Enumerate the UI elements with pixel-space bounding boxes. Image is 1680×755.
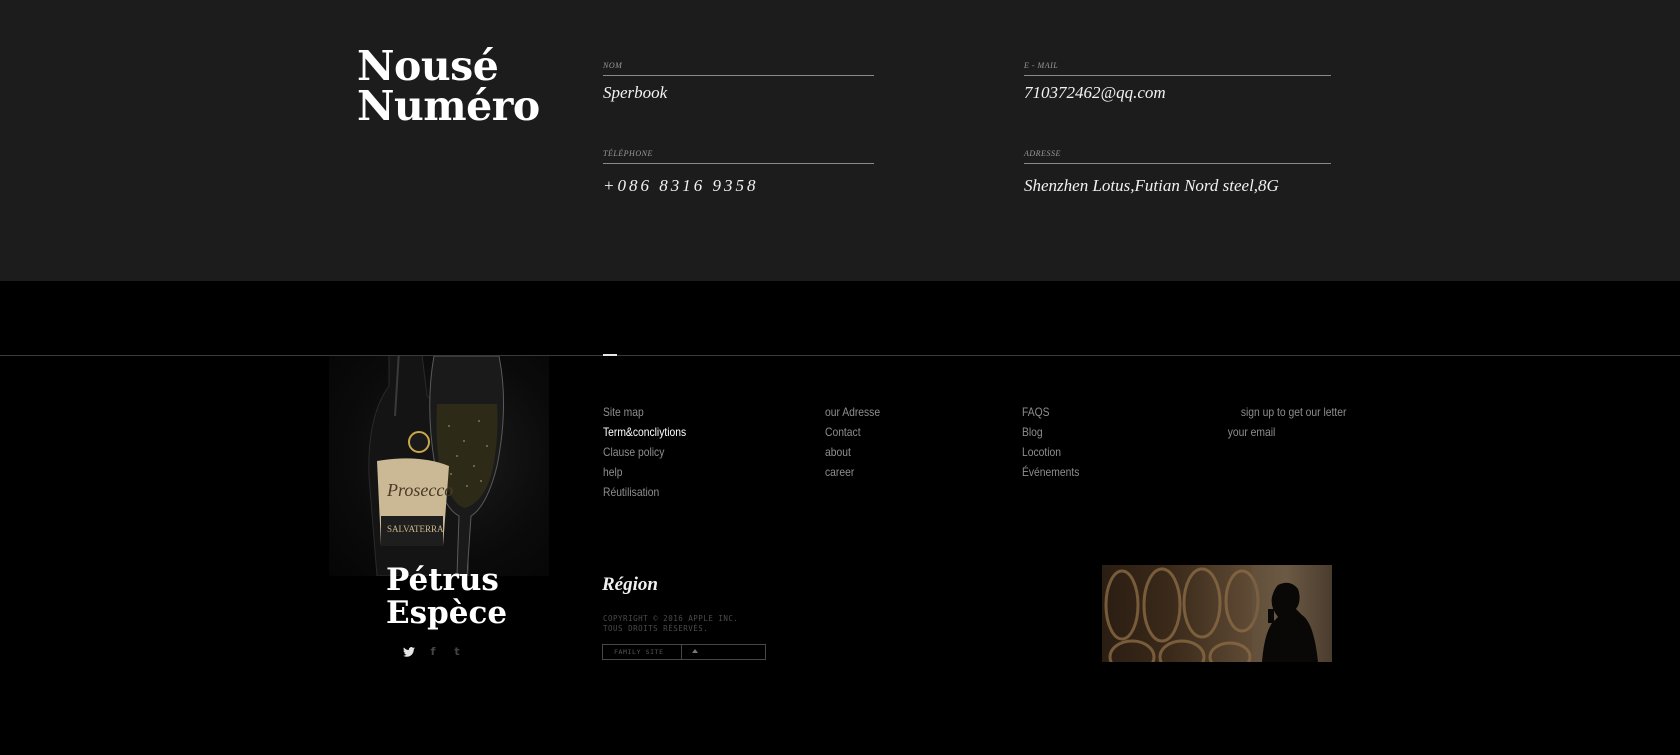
product-brand[interactable]: Pétrus Espèce [386, 564, 507, 630]
footer-accent-tick [603, 354, 617, 356]
footer-link-clause-policy[interactable]: Clause policy [603, 442, 686, 462]
footer-link-location[interactable]: Locotion [1022, 442, 1079, 462]
footer-divider [0, 355, 1680, 356]
family-site-label: FAMILY SITE [603, 645, 682, 659]
newsletter-title: sign up to get our letter [1240, 405, 1347, 419]
email-field: E - MAIL 710372462@qq.com [1024, 61, 1331, 103]
footer-link-site-map[interactable]: Site map [603, 402, 686, 422]
tumblr-icon[interactable]: t [451, 645, 463, 658]
email-value[interactable]: 710372462@qq.com [1024, 83, 1331, 103]
footer-link-career[interactable]: career [825, 462, 880, 482]
twitter-icon[interactable] [403, 645, 415, 658]
telephone-value[interactable]: +086 8316 9358 [603, 176, 874, 196]
footer-nav-column-3: FAQS Blog Locotion Événements [1022, 402, 1089, 482]
name-label: NOM [603, 61, 623, 70]
copyright-notice: COPYRIGHT © 2016 APPLE INC. TOUS DROITS … [603, 614, 738, 634]
brand-line-1: Nousé [357, 42, 499, 90]
facebook-icon[interactable]: f [427, 645, 439, 658]
footer-link-help[interactable]: help [603, 462, 686, 482]
region-title[interactable]: Région [602, 574, 658, 596]
email-label: E - MAIL [1024, 61, 1059, 70]
telephone-divider [603, 163, 874, 164]
footer-link-reutilisation[interactable]: Réutilisation [603, 482, 686, 502]
footer-link-terms[interactable]: Term&concliytions [603, 422, 686, 442]
footer-link-evenements[interactable]: Événements [1022, 462, 1079, 482]
name-value: Sperbook [603, 83, 668, 102]
brand-logo[interactable]: Nousé Numéro [357, 42, 540, 130]
footer-link-blog[interactable]: Blog [1022, 422, 1079, 442]
caret-up-icon[interactable] [682, 645, 765, 659]
telephone-field: TÉLÉPHONE +086 8316 9358 [603, 149, 874, 196]
family-site-select[interactable]: FAMILY SITE [602, 644, 766, 660]
cellar-scene-illustration [1104, 565, 1332, 662]
social-links: f t [403, 645, 463, 658]
telephone-label: TÉLÉPHONE [603, 149, 653, 158]
email-divider [1024, 75, 1331, 76]
product-brand-line-1: Pétrus [386, 562, 499, 598]
footer-link-contact[interactable]: Contact [825, 422, 880, 442]
address-label: ADRESSE [1024, 149, 1061, 158]
copyright-line-1: COPYRIGHT © 2016 APPLE INC. [603, 614, 739, 623]
footer-nav-column-1: Site map Term&concliytions Clause policy… [603, 402, 700, 502]
footer-link-faqs[interactable]: FAQS [1022, 402, 1079, 422]
address-value: Shenzhen Lotus,Futian Nord steel,8G [1024, 176, 1279, 195]
name-divider [603, 75, 874, 76]
brand-line-2: Numéro [357, 82, 540, 130]
product-brand-line-2: Espèce [386, 595, 508, 631]
bottle-label-text: Prosecco [386, 480, 453, 500]
footer-link-about[interactable]: about [825, 442, 880, 462]
svg-text:SALVATERRA: SALVATERRA [387, 524, 444, 534]
newsletter-signup: sign up to get our letter [1226, 402, 1347, 442]
copyright-line-2: TOUS DROITS RÉSERVÉS. [603, 624, 709, 633]
address-field: ADRESSE Shenzhen Lotus,Futian Nord steel… [1024, 149, 1331, 196]
address-divider [1024, 163, 1331, 164]
contact-section: Nousé Numéro NOM Sperbook E - MAIL 71037… [0, 0, 1680, 281]
newsletter-email-input[interactable] [1226, 422, 1318, 442]
footer-link-our-adresse[interactable]: our Adresse [825, 402, 880, 422]
cellar-photo [1102, 565, 1332, 662]
name-field: NOM Sperbook [603, 61, 874, 103]
footer-nav-column-2: our Adresse Contact about career [825, 402, 889, 482]
wine-bottle-illustration: Prosecco SALVATERRA [368, 356, 505, 576]
product-image: Prosecco SALVATERRA [329, 356, 549, 576]
